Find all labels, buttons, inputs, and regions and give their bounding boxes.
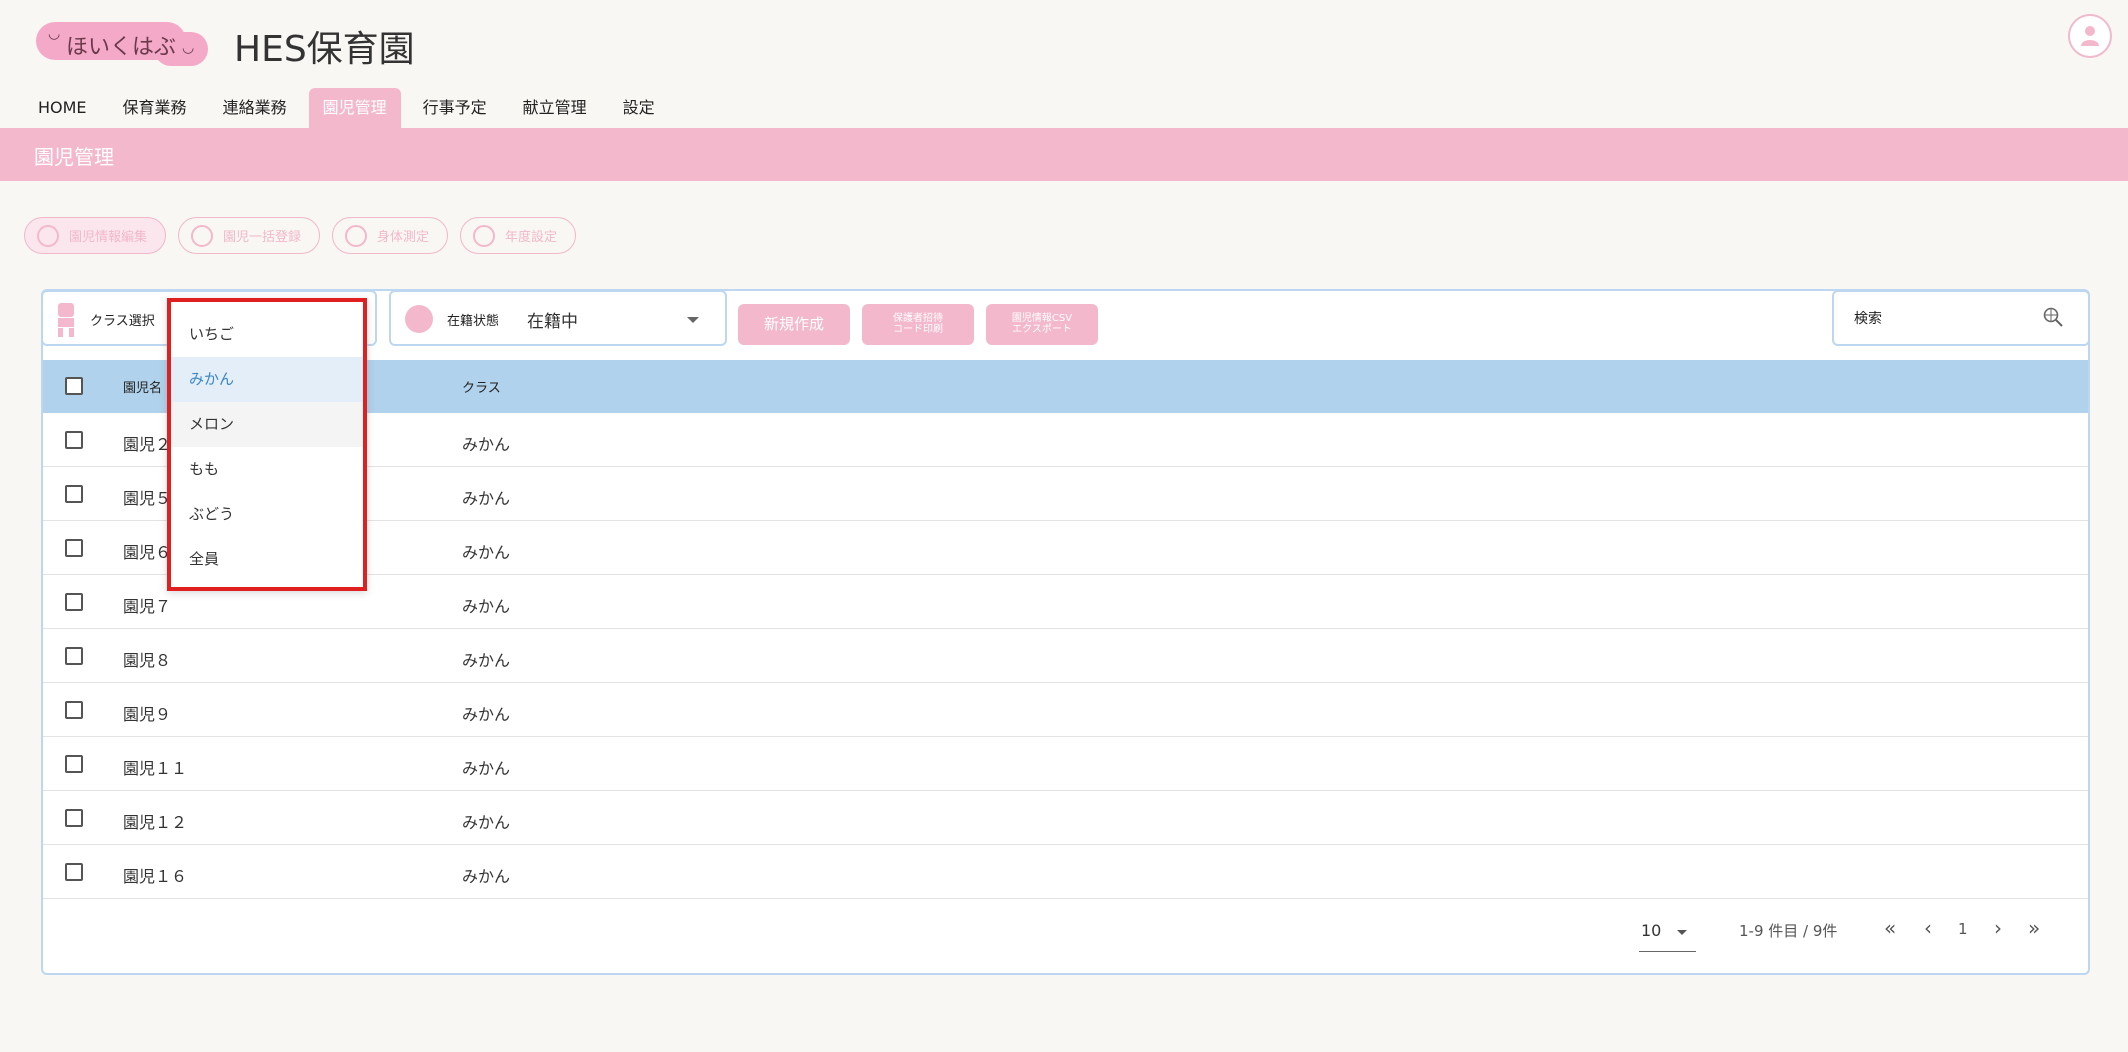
bulk-register-button[interactable]: 園児一括登録 xyxy=(178,217,321,254)
row-checkbox[interactable] xyxy=(65,809,83,827)
row-checkbox[interactable] xyxy=(65,485,83,503)
class-option-all[interactable]: 全員 xyxy=(171,537,363,582)
child-icon xyxy=(58,303,74,337)
column-header-class[interactable]: クラス xyxy=(462,377,501,396)
site-title: HES保育園 xyxy=(234,29,415,70)
row-checkbox[interactable] xyxy=(65,863,83,881)
table-row[interactable]: 園児１６ みかん xyxy=(43,845,2088,899)
new-child-button[interactable]: 新規作成 xyxy=(738,304,850,345)
child-name: 園児９ xyxy=(123,705,172,724)
ruler-icon xyxy=(345,224,368,247)
status-label: 在籍状態 xyxy=(447,314,500,329)
column-header-name[interactable]: 園児名 xyxy=(123,377,162,396)
bulk-register-label: 園児一括登録 xyxy=(223,230,302,245)
logo-text: ほいくはぶ xyxy=(66,35,177,60)
status-select[interactable]: 在籍状態 在籍中 xyxy=(389,290,727,346)
print-invite-code-line2: コード印刷 xyxy=(893,323,943,335)
table-row[interactable]: 園児８ みかん xyxy=(43,629,2088,683)
tab-communication[interactable]: 連絡業務 xyxy=(209,88,301,128)
tab-events[interactable]: 行事予定 xyxy=(409,88,501,128)
user-icon[interactable] xyxy=(2068,14,2112,58)
print-invite-code-line1: 保護者招待 xyxy=(893,313,943,324)
rows-per-page-value: 10 xyxy=(1641,921,1662,940)
action-pills: 園児情報編集 園児一括登録 身体測定 年度設定 xyxy=(24,217,588,254)
body-measure-label: 身体測定 xyxy=(377,230,430,245)
table-row[interactable]: 園児１１ みかん xyxy=(43,737,2088,791)
edit-child-button[interactable]: 園児情報編集 xyxy=(24,217,167,254)
class-option-ichigo[interactable]: いちご xyxy=(171,312,363,357)
smile-icon: ◡ xyxy=(182,40,195,56)
child-class: みかん xyxy=(462,651,511,670)
select-all-checkbox[interactable] xyxy=(65,377,83,395)
main-nav: HOME 保育業務 連絡業務 園児管理 行事予定 献立管理 設定 xyxy=(24,88,677,128)
class-dropdown-menu: いちご みかん メロン もも ぶどう 全員 xyxy=(167,298,367,591)
child-name: 園児５ xyxy=(123,489,172,508)
next-page-icon[interactable]: › xyxy=(1994,916,2002,940)
child-class: みかん xyxy=(462,705,511,724)
child-class: みかん xyxy=(462,813,511,832)
rows-per-page-select[interactable]: 10 xyxy=(1639,918,1696,952)
current-page: 1 xyxy=(1958,920,1968,938)
child-class: みかん xyxy=(462,543,511,562)
search-box xyxy=(1832,290,2090,346)
child-class: みかん xyxy=(462,435,511,454)
table-row[interactable]: 園児９ みかん xyxy=(43,683,2088,737)
csv-export-button[interactable]: 園児情報CSV エクスポート xyxy=(986,304,1098,345)
row-checkbox[interactable] xyxy=(65,539,83,557)
chevron-down-icon xyxy=(1677,930,1687,935)
first-page-icon[interactable]: « xyxy=(1884,916,1896,940)
edit-child-label: 園児情報編集 xyxy=(69,230,148,245)
prev-page-icon[interactable]: ‹ xyxy=(1924,916,1932,940)
class-select-label: クラス選択 xyxy=(90,314,155,329)
child-class: みかん xyxy=(462,759,511,778)
last-page-icon[interactable]: » xyxy=(2028,916,2040,940)
child-class: みかん xyxy=(462,867,511,886)
table-row[interactable]: 園児１２ みかん xyxy=(43,791,2088,845)
page-title: 園児管理 xyxy=(34,145,114,169)
child-name: 園児８ xyxy=(123,651,172,670)
row-checkbox[interactable] xyxy=(65,755,83,773)
child-name: 園児１２ xyxy=(123,813,188,832)
child-class: みかん xyxy=(462,489,511,508)
group-icon xyxy=(191,224,214,247)
class-option-mikan[interactable]: みかん xyxy=(171,357,363,402)
smile-icon: ◡ xyxy=(48,26,61,42)
tab-child-management[interactable]: 園児管理 xyxy=(308,88,401,128)
tab-menu[interactable]: 献立管理 xyxy=(509,88,601,128)
csv-export-line1: 園児情報CSV xyxy=(1011,313,1073,324)
child-icon xyxy=(37,224,59,247)
class-option-melon[interactable]: メロン xyxy=(171,402,363,447)
class-option-budou[interactable]: ぶどう xyxy=(171,492,363,537)
app-logo[interactable]: ◡ ほいくはぶ ◡ xyxy=(36,20,208,66)
tab-home[interactable]: HOME xyxy=(24,88,101,128)
child-name: 園児６ xyxy=(123,543,172,562)
row-checkbox[interactable] xyxy=(65,431,83,449)
print-invite-code-button[interactable]: 保護者招待 コード印刷 xyxy=(862,304,974,345)
row-checkbox[interactable] xyxy=(65,593,83,611)
row-checkbox[interactable] xyxy=(65,701,83,719)
child-name: 園児１１ xyxy=(123,759,188,778)
row-checkbox[interactable] xyxy=(65,647,83,665)
child-name: 園児１６ xyxy=(123,867,188,886)
child-class: みかん xyxy=(462,597,511,616)
status-value: 在籍中 xyxy=(527,312,578,332)
pagination-range: 1-9 件目 / 9件 xyxy=(1739,922,1838,940)
body-measure-button[interactable]: 身体測定 xyxy=(332,217,449,254)
csv-export-line2: エクスポート xyxy=(1012,323,1072,335)
star-icon xyxy=(473,224,496,247)
tab-settings[interactable]: 設定 xyxy=(609,88,669,128)
child-name: 園児７ xyxy=(123,597,172,616)
chevron-down-icon xyxy=(687,317,699,323)
search-input[interactable] xyxy=(1854,308,2034,330)
class-option-momo[interactable]: もも xyxy=(171,447,363,492)
search-icon[interactable] xyxy=(2042,306,2064,328)
year-settings-button[interactable]: 年度設定 xyxy=(460,217,577,254)
year-settings-label: 年度設定 xyxy=(505,230,558,245)
page-banner: 園児管理 xyxy=(0,128,2128,181)
tab-childcare[interactable]: 保育業務 xyxy=(109,88,201,128)
child-name: 園児２ xyxy=(123,435,172,454)
child-face-icon xyxy=(405,305,433,333)
